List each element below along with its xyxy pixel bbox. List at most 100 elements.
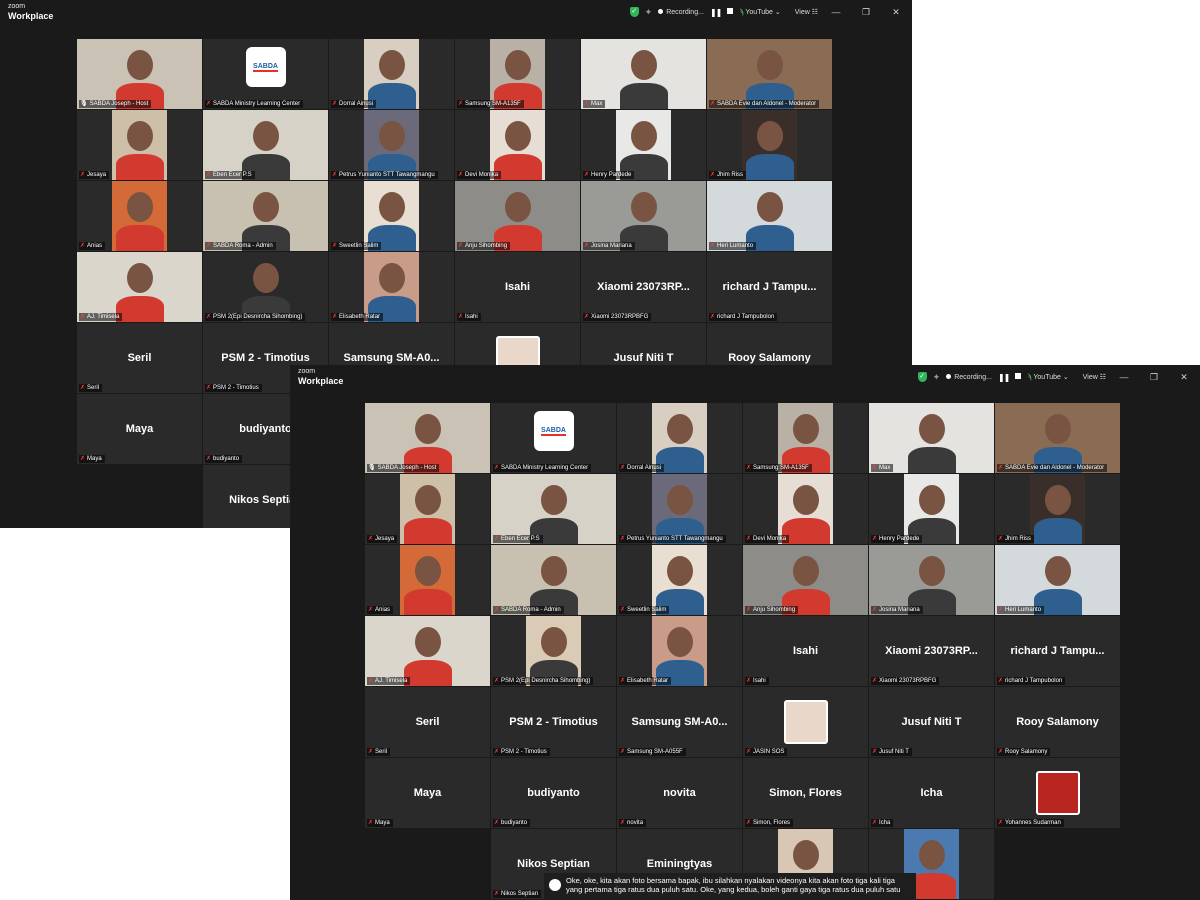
participant-tile[interactable]: ✗ SABDA Roma - Admin xyxy=(491,545,616,615)
participant-tile[interactable]: Icha ✗ Icha xyxy=(869,758,994,828)
participant-tile[interactable]: SABDA ✗ SABDA Ministry Learning Center xyxy=(491,403,616,473)
participant-tile[interactable]: ✗ Elisabeth Ratar xyxy=(329,252,454,322)
youtube-live-button[interactable]: ϡ YouTube ⌄ xyxy=(1027,373,1068,381)
participant-tile[interactable]: ✗ Petrus Yunianto STT Tawangmangu xyxy=(329,110,454,180)
participant-tile[interactable]: Samsung SM-A0... ✗ Samsung SM-A055F xyxy=(617,687,742,757)
participant-tile[interactable]: ✗ Petrus Yunianto STT Tawangmangu xyxy=(617,474,742,544)
close-button[interactable]: ✕ xyxy=(1172,372,1196,383)
participant-tile[interactable]: ✗ PSM 2(Epi Desnircha Sihombing) xyxy=(491,616,616,686)
participant-tile[interactable]: ✗ Josina Mariana xyxy=(581,181,706,251)
participant-tile[interactable]: ✗ Anias xyxy=(77,181,202,251)
participant-tile[interactable]: budiyanto ✗ budiyanto xyxy=(491,758,616,828)
participant-tile[interactable]: ✗ Anju Sihombing xyxy=(743,545,868,615)
mic-muted-icon: ✗ xyxy=(584,172,590,178)
participant-label-text: SABDA Roma - Admin xyxy=(501,607,561,613)
youtube-live-button[interactable]: ϡ YouTube ⌄ xyxy=(739,8,780,16)
mic-muted-icon: ✗ xyxy=(368,536,374,542)
shield-icon[interactable]: ✓ xyxy=(917,372,927,382)
participant-tile[interactable]: Maya ✗ Maya xyxy=(365,758,490,828)
participant-tile[interactable]: ✗ Dorral Ainusi xyxy=(617,403,742,473)
mic-muted-icon: ✗ xyxy=(80,314,86,320)
participant-tile[interactable]: Jusuf Niti T ✗ Jusuf Niti T xyxy=(869,687,994,757)
sparkle-icon[interactable]: ✦ xyxy=(645,7,653,18)
participant-tile[interactable]: ✗ Devi Monika xyxy=(455,110,580,180)
participant-tile[interactable]: ✗ Jhim Riss xyxy=(707,110,832,180)
participant-label: ✗ PSM 2 - Timotius xyxy=(493,748,550,756)
pause-recording-button[interactable]: ❚❚ xyxy=(710,8,722,17)
participant-label: ✗ Josina Mariana xyxy=(871,606,923,614)
participant-tile[interactable]: 🎙 SABDA Joseph - Host xyxy=(77,39,202,109)
participant-tile[interactable]: ✗ Eben Ecer P.S xyxy=(203,110,328,180)
participant-tile[interactable]: Simon, Flores ✗ Simon, Flores xyxy=(743,758,868,828)
participant-tile[interactable]: Rooy Salamony ✗ Rooy Salamony xyxy=(995,687,1120,757)
participant-tile[interactable]: ✗ Samsung SM-A135F xyxy=(743,403,868,473)
participant-name: richard J Tampu... xyxy=(1010,645,1105,657)
participant-tile[interactable]: ✗ AJ. Timisela xyxy=(77,252,202,322)
minimize-button[interactable]: — xyxy=(824,7,848,17)
participant-tile[interactable]: 🎙 SABDA Joseph - Host xyxy=(365,403,490,473)
participant-tile[interactable]: ✗ JASIN SOS xyxy=(743,687,868,757)
participant-label-text: Anju Sihombing xyxy=(465,243,508,249)
restore-button[interactable]: ❐ xyxy=(854,7,878,18)
restore-button[interactable]: ❐ xyxy=(1142,372,1166,383)
participant-tile[interactable]: richard J Tampu... ✗ richard J Tampubolon xyxy=(707,252,832,322)
participant-tile[interactable]: Seril ✗ Seril xyxy=(77,323,202,393)
participant-label-text: budiyanto xyxy=(213,456,240,462)
view-button[interactable]: View ☷ xyxy=(1083,373,1106,381)
participant-tile[interactable]: ✗ SABDA Evie dan Aldonel - Moderator xyxy=(707,39,832,109)
participant-tile[interactable]: ✗ Elisabeth Ratar xyxy=(617,616,742,686)
participant-tile[interactable]: ✗ Yohannes Sudarman xyxy=(995,758,1120,828)
participant-tile[interactable]: ✗ Sweetlin Salim xyxy=(617,545,742,615)
participant-tile[interactable]: ✗ SABDA Evie dan Aldonel - Moderator xyxy=(995,403,1120,473)
participant-tile[interactable]: Isahi ✗ Isahi xyxy=(455,252,580,322)
participant-video xyxy=(491,474,616,544)
participant-tile[interactable]: richard J Tampu... ✗ richard J Tampubolon xyxy=(995,616,1120,686)
participant-tile[interactable]: SABDA ✗ SABDA Ministry Learning Center xyxy=(203,39,328,109)
youtube-label: YouTube ⌄ xyxy=(1033,374,1069,381)
mic-muted-icon: ✗ xyxy=(80,172,86,178)
pause-recording-button[interactable]: ❚❚ xyxy=(998,373,1010,382)
participant-tile[interactable]: Isahi ✗ Isahi xyxy=(743,616,868,686)
participant-face xyxy=(792,485,819,516)
participant-tile[interactable]: ✗ Anju Sihombing xyxy=(455,181,580,251)
participant-tile[interactable]: Xiaomi 23073RP... ✗ Xiaomi 23073RPBFG xyxy=(581,252,706,322)
participant-tile[interactable]: ✗ Max xyxy=(869,403,994,473)
participant-tile[interactable]: ✗ Max xyxy=(581,39,706,109)
participant-label-text: Jhim Riss xyxy=(717,172,744,178)
shield-icon[interactable]: ✓ xyxy=(629,7,639,17)
participant-tile[interactable]: ✗ Devi Monika xyxy=(743,474,868,544)
participant-tile[interactable]: ✗ Jesaya xyxy=(365,474,490,544)
view-button[interactable]: View ☷ xyxy=(795,8,818,16)
participant-tile[interactable]: ✗ Jesaya xyxy=(77,110,202,180)
participant-tile[interactable]: PSM 2 - Timotius ✗ PSM 2 - Timotius xyxy=(491,687,616,757)
stop-recording-button[interactable] xyxy=(1015,373,1022,381)
participant-tile[interactable]: novita ✗ novita xyxy=(617,758,742,828)
participant-tile[interactable]: Xiaomi 23073RP... ✗ Xiaomi 23073RPBFG xyxy=(869,616,994,686)
close-button[interactable]: ✕ xyxy=(884,7,908,18)
participant-tile[interactable]: Maya ✗ Maya xyxy=(77,394,202,464)
participant-tile[interactable]: ✗ AJ. Timisela xyxy=(365,616,490,686)
participant-tile[interactable]: ✗ Henry Pardede xyxy=(581,110,706,180)
participant-tile[interactable]: ✗ SABDA Roma - Admin xyxy=(203,181,328,251)
mic-muted-icon: ✗ xyxy=(332,314,338,320)
participant-video xyxy=(743,545,868,615)
participant-label-text: novita xyxy=(627,820,644,826)
participant-tile[interactable]: ✗ Jhim Riss xyxy=(995,474,1120,544)
participant-tile[interactable]: ✗ Anias xyxy=(365,545,490,615)
participant-tile[interactable]: ✗ PSM 2(Epi Desnircha Sihombing) xyxy=(203,252,328,322)
minimize-button[interactable]: — xyxy=(1112,372,1136,382)
participant-tile[interactable]: ✗ Eben Ecer P.S xyxy=(491,474,616,544)
participant-tile[interactable]: ✗ Heri Lumanto xyxy=(995,545,1120,615)
participant-tile[interactable]: ✗ Sweetlin Salim xyxy=(329,181,454,251)
participant-tile[interactable]: ✗ Josina Mariana xyxy=(869,545,994,615)
recording-indicator[interactable]: Recording... xyxy=(658,9,704,16)
participant-tile[interactable]: ✗ Heri Lumanto xyxy=(707,181,832,251)
stop-recording-button[interactable] xyxy=(727,8,734,16)
participant-tile[interactable]: ✗ Dorral Ainusi xyxy=(329,39,454,109)
participant-tile[interactable]: ✗ Henry Pardede xyxy=(869,474,994,544)
sparkle-icon[interactable]: ✦ xyxy=(933,372,941,383)
participant-tile[interactable]: Seril ✗ Seril xyxy=(365,687,490,757)
participant-tile[interactable]: ✗ Samsung SM-A135F xyxy=(455,39,580,109)
recording-indicator[interactable]: Recording... xyxy=(946,374,992,381)
participant-face xyxy=(504,50,531,81)
